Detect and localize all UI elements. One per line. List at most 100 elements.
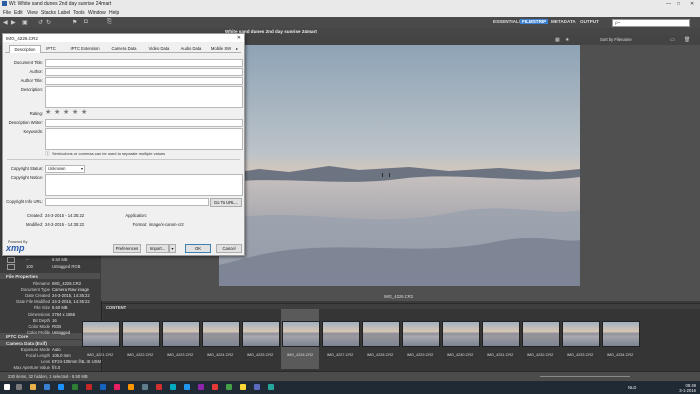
copyright-notice-textarea[interactable] [45, 174, 243, 196]
rating-star-icon[interactable]: ★ [54, 109, 60, 116]
refine-icon[interactable]: ⚑ [72, 19, 77, 26]
workspace-metadata[interactable]: METADATA [551, 19, 576, 24]
tab-audio-data[interactable]: Audio Data [177, 45, 205, 52]
open-icon[interactable]: ⎘ [107, 19, 112, 26]
cancel-button[interactable]: Cancel [216, 244, 242, 253]
close-window-button[interactable]: ✕ [690, 1, 694, 7]
thumbnail-item[interactable]: IMG_4232.CR2 [521, 309, 560, 369]
menu-help[interactable]: Help [109, 10, 119, 16]
rating-star-icon[interactable]: ★ [63, 109, 69, 116]
author-title-input[interactable] [45, 77, 243, 85]
chrome-icon[interactable] [128, 384, 134, 390]
rotate-right-icon[interactable]: ↻ [46, 19, 51, 26]
menu-window[interactable]: Window [88, 10, 106, 16]
thumbnail-item[interactable]: IMG_4234.CR2 [601, 309, 640, 369]
menu-edit[interactable]: Edit [14, 10, 23, 16]
file-properties-header[interactable]: File Properties [0, 273, 100, 279]
thumbnail-item[interactable]: IMG_4229.CR2 [401, 309, 440, 369]
thumbnail-item[interactable]: IMG_4227.CR2 [321, 309, 360, 369]
app-icon[interactable] [156, 384, 162, 390]
thumbnail-item[interactable]: IMG_4222.CR2 [121, 309, 160, 369]
workspace-essentials[interactable]: ESSENTIALS [493, 19, 522, 24]
property-value: 8.50 MB [52, 305, 68, 311]
app-icon[interactable] [226, 384, 232, 390]
app-icon[interactable] [114, 384, 120, 390]
description-textarea[interactable] [45, 86, 243, 108]
description-writer-input[interactable] [45, 119, 243, 127]
dialog-close-button[interactable]: ✕ [237, 35, 241, 41]
thumbnail-item[interactable]: IMG_4221.CR2 [81, 309, 120, 369]
rotate-left-icon[interactable]: ↺ [38, 19, 43, 26]
copyright-url-input[interactable] [45, 198, 209, 206]
app-icon[interactable] [212, 384, 218, 390]
thumbnail-item[interactable]: IMG_4223.CR2 [161, 309, 200, 369]
explorer-icon[interactable] [30, 384, 36, 390]
folder-taskbar-icon[interactable] [240, 384, 246, 390]
rating-star-icon[interactable]: ★ [72, 109, 78, 116]
delete-icon[interactable]: 🗑 [684, 37, 690, 43]
folder-icon[interactable]: ▣ [22, 19, 28, 26]
excel-icon[interactable] [72, 384, 78, 390]
tab-iptc[interactable]: IPTC [41, 45, 61, 52]
thumbnail-item[interactable]: IMG_4224.CR2 [201, 309, 240, 369]
author-input[interactable] [45, 68, 243, 76]
camera-icon[interactable]: ◘ [84, 19, 88, 25]
thumbnail-item[interactable]: IMG_4228.CR2 [361, 309, 400, 369]
tab-video-data[interactable]: Video Data [145, 45, 173, 52]
tab-mobile-sw[interactable]: Mobile SW [209, 45, 233, 52]
thumbnail-item[interactable]: IMG_4230.CR2 [441, 309, 480, 369]
ppt-icon[interactable] [86, 384, 92, 390]
application-label: Application: [125, 213, 147, 218]
thumbnail-item[interactable]: IMG_4233.CR2 [561, 309, 600, 369]
tab-camera-data[interactable]: Camera Data [107, 45, 141, 52]
edge-icon[interactable] [44, 384, 50, 390]
menu-label[interactable]: Label [58, 10, 70, 16]
bridge-icon[interactable] [198, 384, 204, 390]
workspace-filmstrip[interactable]: FILMSTRIP [520, 19, 549, 24]
keywords-textarea[interactable] [45, 128, 243, 150]
tab-iptc-extension[interactable]: IPTC Extension [65, 45, 105, 52]
preview-image[interactable] [219, 45, 580, 286]
rating-star-icon[interactable]: ★ [81, 109, 87, 116]
import-dropdown-button[interactable]: ▾ [169, 244, 176, 253]
menu-tools[interactable]: Tools [73, 10, 85, 16]
search-input[interactable]: ρ~ [612, 19, 690, 27]
description-label: Description: [20, 87, 43, 92]
grid-view-icon[interactable]: ▦ [555, 37, 560, 43]
app-icon[interactable] [268, 384, 274, 390]
import-button[interactable]: Import... [146, 244, 169, 253]
preferences-button[interactable]: Preferences [113, 244, 141, 253]
menu-stacks[interactable]: Stacks [41, 10, 56, 16]
language-indicator[interactable]: NLD [628, 385, 636, 390]
store-icon[interactable] [58, 384, 64, 390]
new-folder-icon[interactable]: ▭ [670, 37, 675, 43]
thumbnail-size-slider[interactable] [540, 376, 630, 377]
tab-description[interactable]: Description [9, 45, 41, 53]
app-icon[interactable] [254, 384, 260, 390]
back-icon[interactable]: ◀ [3, 19, 8, 26]
menu-file[interactable]: File [3, 10, 11, 16]
thumbnail-item[interactable]: IMG_4226.CR2 [281, 309, 320, 369]
start-icon[interactable] [4, 384, 10, 390]
app-icon[interactable] [142, 384, 148, 390]
sort-dropdown[interactable]: Sort by Filename [600, 37, 632, 42]
minimize-button[interactable]: — [666, 1, 671, 7]
search-taskbar-icon[interactable] [16, 384, 22, 390]
ok-button[interactable]: OK [185, 244, 211, 253]
thumbnail-item[interactable]: IMG_4225.CR2 [241, 309, 280, 369]
document-title-input[interactable] [45, 59, 243, 67]
go-to-url-button[interactable]: Go To URL... [210, 198, 242, 207]
copyright-status-select[interactable]: Unknown ▾ [45, 165, 85, 173]
tab-scroll-icon[interactable]: ▸ [233, 45, 241, 52]
rating-star-icon[interactable]: ★ [45, 109, 51, 116]
workspace-output[interactable]: OUTPUT [580, 19, 599, 24]
clock[interactable]: 08:49 3-1-2016 [679, 383, 696, 393]
forward-icon[interactable]: ▶ [11, 19, 16, 26]
app-icon[interactable] [170, 384, 176, 390]
photoshop-icon[interactable] [184, 384, 190, 390]
maximize-button[interactable]: □ [677, 1, 680, 7]
star-filter-icon[interactable]: ★ [565, 37, 569, 43]
thumbnail-item[interactable]: IMG_4231.CR2 [481, 309, 520, 369]
menu-view[interactable]: View [27, 10, 38, 16]
word-icon[interactable] [100, 384, 106, 390]
